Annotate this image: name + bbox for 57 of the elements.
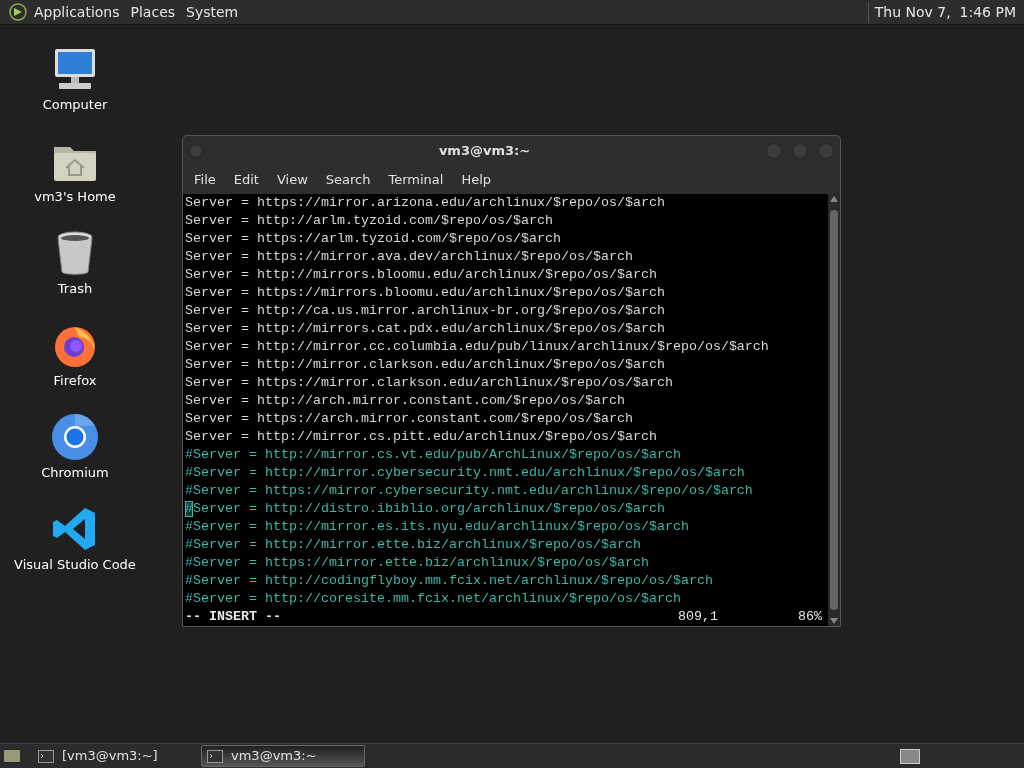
logo-icon bbox=[9, 3, 27, 21]
workspace-switcher[interactable] bbox=[900, 748, 920, 764]
window-menu-button[interactable] bbox=[189, 144, 203, 158]
desktop-icon-label[interactable]: vm3's Home bbox=[34, 187, 116, 207]
config-line: Server = https://mirror.clarkson.edu/archlinux/$repo/os/$arch bbox=[185, 375, 673, 390]
desktop-icon-label[interactable]: Chromium bbox=[41, 463, 109, 483]
vim-mode: -- INSERT -- bbox=[185, 608, 281, 626]
desktop-icon-label[interactable]: Trash bbox=[57, 279, 93, 299]
scroll-down-icon[interactable] bbox=[830, 618, 838, 624]
config-line: Server = https://mirror.ava.dev/archlinux/$repo/os/$arch bbox=[185, 249, 633, 264]
menu-item[interactable]: Terminal bbox=[379, 170, 453, 190]
config-line: Server = http://ca.us.mirror.archlinux-br.org/$repo/os/$arch bbox=[185, 303, 665, 318]
config-line: #Server = http://mirror.cybersecurity.nmt.edu/archlinux/$repo/os/$arch bbox=[185, 465, 745, 480]
menu-item[interactable]: Help bbox=[452, 170, 501, 190]
config-line: Server = https://arlm.tyzoid.com/$repo/os/$arch bbox=[185, 231, 561, 246]
chromium-icon bbox=[51, 413, 99, 461]
desktop-icon-label[interactable]: Visual Studio Code bbox=[14, 555, 136, 575]
minimize-button[interactable] bbox=[766, 143, 782, 159]
show-desktop-icon[interactable] bbox=[3, 748, 21, 764]
config-line: #Server = http://mirror.es.its.nyu.edu/archlinux/$repo/os/$arch bbox=[185, 519, 689, 534]
cursor-position: 809,1 bbox=[678, 608, 718, 626]
scrollbar[interactable] bbox=[828, 194, 840, 626]
config-line: #Server = http://mirror.cs.vt.edu/pub/ArchLinux/$repo/os/$arch bbox=[185, 447, 681, 462]
config-line: Server = http://mirrors.cat.pdx.edu/archlinux/$repo/os/$arch bbox=[185, 321, 665, 336]
config-line: #Server = http://coresite.mm.fcix.net/archlinux/$repo/os/$arch bbox=[185, 591, 681, 606]
config-line: Server = https://mirror.arizona.edu/archlinux/$repo/os/$arch bbox=[185, 195, 665, 210]
scroll-percent: 86% bbox=[798, 608, 822, 626]
config-line: Server = http://arlm.tyzoid.com/$repo/os/$arch bbox=[185, 213, 553, 228]
menu-item[interactable]: File bbox=[185, 170, 225, 190]
window-title: vm3@vm3:~ bbox=[437, 142, 532, 161]
config-line: #Server = https://mirror.ette.biz/archlinux/$repo/os/$arch bbox=[185, 555, 649, 570]
terminal-icon bbox=[38, 749, 54, 763]
config-line: Server = http://arch.mirror.constant.com/$repo/os/$arch bbox=[185, 393, 625, 408]
config-line: Server = http://mirror.cc.columbia.edu/pub/linux/archlinux/$repo/os/$arch bbox=[185, 339, 769, 354]
config-line: Server = https://mirrors.bloomu.edu/archlinux/$repo/os/$arch bbox=[185, 285, 665, 300]
config-line: #Server = https://mirror.cybersecurity.nmt.edu/archlinux/$repo/os/$arch bbox=[185, 483, 753, 498]
config-line: Server = http://mirror.clarkson.edu/archlinux/$repo/os/$arch bbox=[185, 357, 665, 372]
taskbar-task[interactable]: vm3@vm3:~ bbox=[201, 745, 365, 767]
menu-item[interactable]: View bbox=[267, 170, 317, 190]
config-line: #Server = http://codingflyboy.mm.fcix.net/archlinux/$repo/os/$arch bbox=[185, 573, 713, 588]
desktop-icon-label[interactable]: Firefox bbox=[53, 371, 97, 391]
taskbar-task[interactable]: [vm3@vm3:~] bbox=[33, 745, 197, 767]
maximize-button[interactable] bbox=[792, 143, 808, 159]
close-button[interactable] bbox=[818, 143, 834, 159]
terminal-icon bbox=[207, 749, 223, 763]
panel-menu[interactable]: Applications bbox=[34, 1, 120, 23]
config-line: Server = https://arch.mirror.constant.com/$repo/os/$arch bbox=[185, 411, 633, 426]
config-line: Server = http://mirrors.bloomu.edu/archlinux/$repo/os/$arch bbox=[185, 267, 657, 282]
clock[interactable]: Thu Nov 7, 1:46 PM bbox=[867, 1, 1016, 23]
menu-item[interactable]: Edit bbox=[224, 170, 268, 190]
config-line: #Server = http://mirror.ette.biz/archlinux/$repo/os/$arch bbox=[185, 537, 641, 552]
panel-menu[interactable]: System bbox=[186, 1, 239, 23]
menu-item[interactable]: Search bbox=[316, 170, 380, 190]
panel-menu[interactable]: Places bbox=[130, 1, 176, 23]
scroll-up-icon[interactable] bbox=[830, 196, 838, 202]
desktop-icon-label[interactable]: Computer bbox=[42, 95, 108, 115]
config-line: Server = http://mirror.cs.pitt.edu/archlinux/$repo/os/$arch bbox=[185, 429, 657, 444]
